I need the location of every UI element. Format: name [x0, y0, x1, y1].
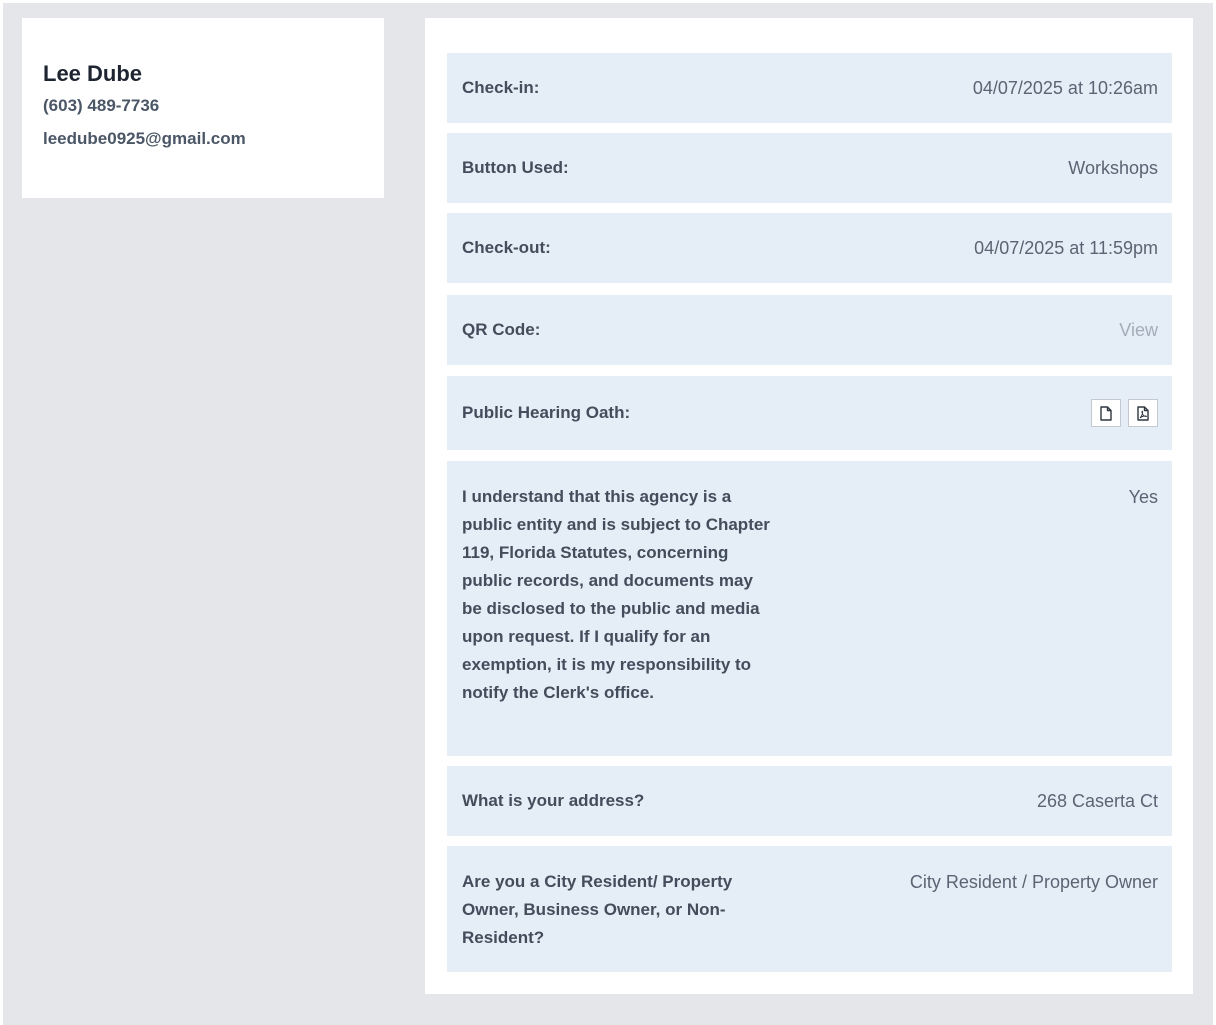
address-value: 268 Caserta Ct [1036, 791, 1158, 811]
checkin-label: Check-in: [462, 78, 540, 97]
button-used-value: Workshops [1068, 158, 1158, 178]
public-records-label: I understand that this agency is a publi… [462, 487, 770, 702]
detail-row-checkin: Check-in: 04/07/2025 at 10:26am [447, 53, 1172, 123]
detail-row-button-used: Button Used: Workshops [447, 133, 1172, 203]
detail-row-resident-status: Are you a City Resident/ Property Owner,… [447, 846, 1172, 972]
checkin-value: 04/07/2025 at 10:26am [972, 78, 1158, 98]
public-records-value: Yes [1128, 487, 1158, 507]
pdf-icon-button[interactable] [1128, 399, 1158, 427]
detail-row-checkout: Check-out: 04/07/2025 at 11:59pm [447, 213, 1172, 283]
oath-document-actions [1091, 399, 1158, 427]
qr-code-view-link[interactable]: View [1119, 316, 1158, 344]
contact-phone[interactable]: (603) 489-7736 [43, 97, 384, 114]
detail-row-public-records-acknowledgement: I understand that this agency is a publi… [447, 461, 1172, 756]
detail-row-public-hearing-oath: Public Hearing Oath: [447, 376, 1172, 450]
detail-row-qr-code: QR Code: View [447, 295, 1172, 365]
resident-status-value: City Resident / Property Owner [909, 872, 1158, 892]
contact-name: Lee Dube [43, 61, 143, 86]
contact-card: Lee Dube (603) 489-7736 leedube0925@gmai… [22, 18, 384, 198]
document-icon-button[interactable] [1091, 399, 1121, 427]
pdf-icon [1137, 405, 1149, 421]
button-used-label: Button Used: [462, 158, 569, 177]
qr-code-label: QR Code: [462, 320, 541, 339]
checkout-value: 04/07/2025 at 11:59pm [974, 238, 1158, 258]
details-card: Check-in: 04/07/2025 at 10:26am Button U… [425, 18, 1193, 994]
address-label: What is your address? [462, 791, 645, 810]
document-icon [1100, 405, 1112, 421]
detail-row-address: What is your address? 268 Caserta Ct [447, 766, 1172, 836]
checkout-label: Check-out: [462, 238, 551, 257]
page-background: Lee Dube (603) 489-7736 leedube0925@gmai… [3, 3, 1213, 1025]
public-hearing-oath-label: Public Hearing Oath: [462, 403, 631, 422]
resident-status-label: Are you a City Resident/ Property Owner,… [462, 872, 733, 947]
contact-email[interactable]: leedube0925@gmail.com [43, 130, 384, 147]
